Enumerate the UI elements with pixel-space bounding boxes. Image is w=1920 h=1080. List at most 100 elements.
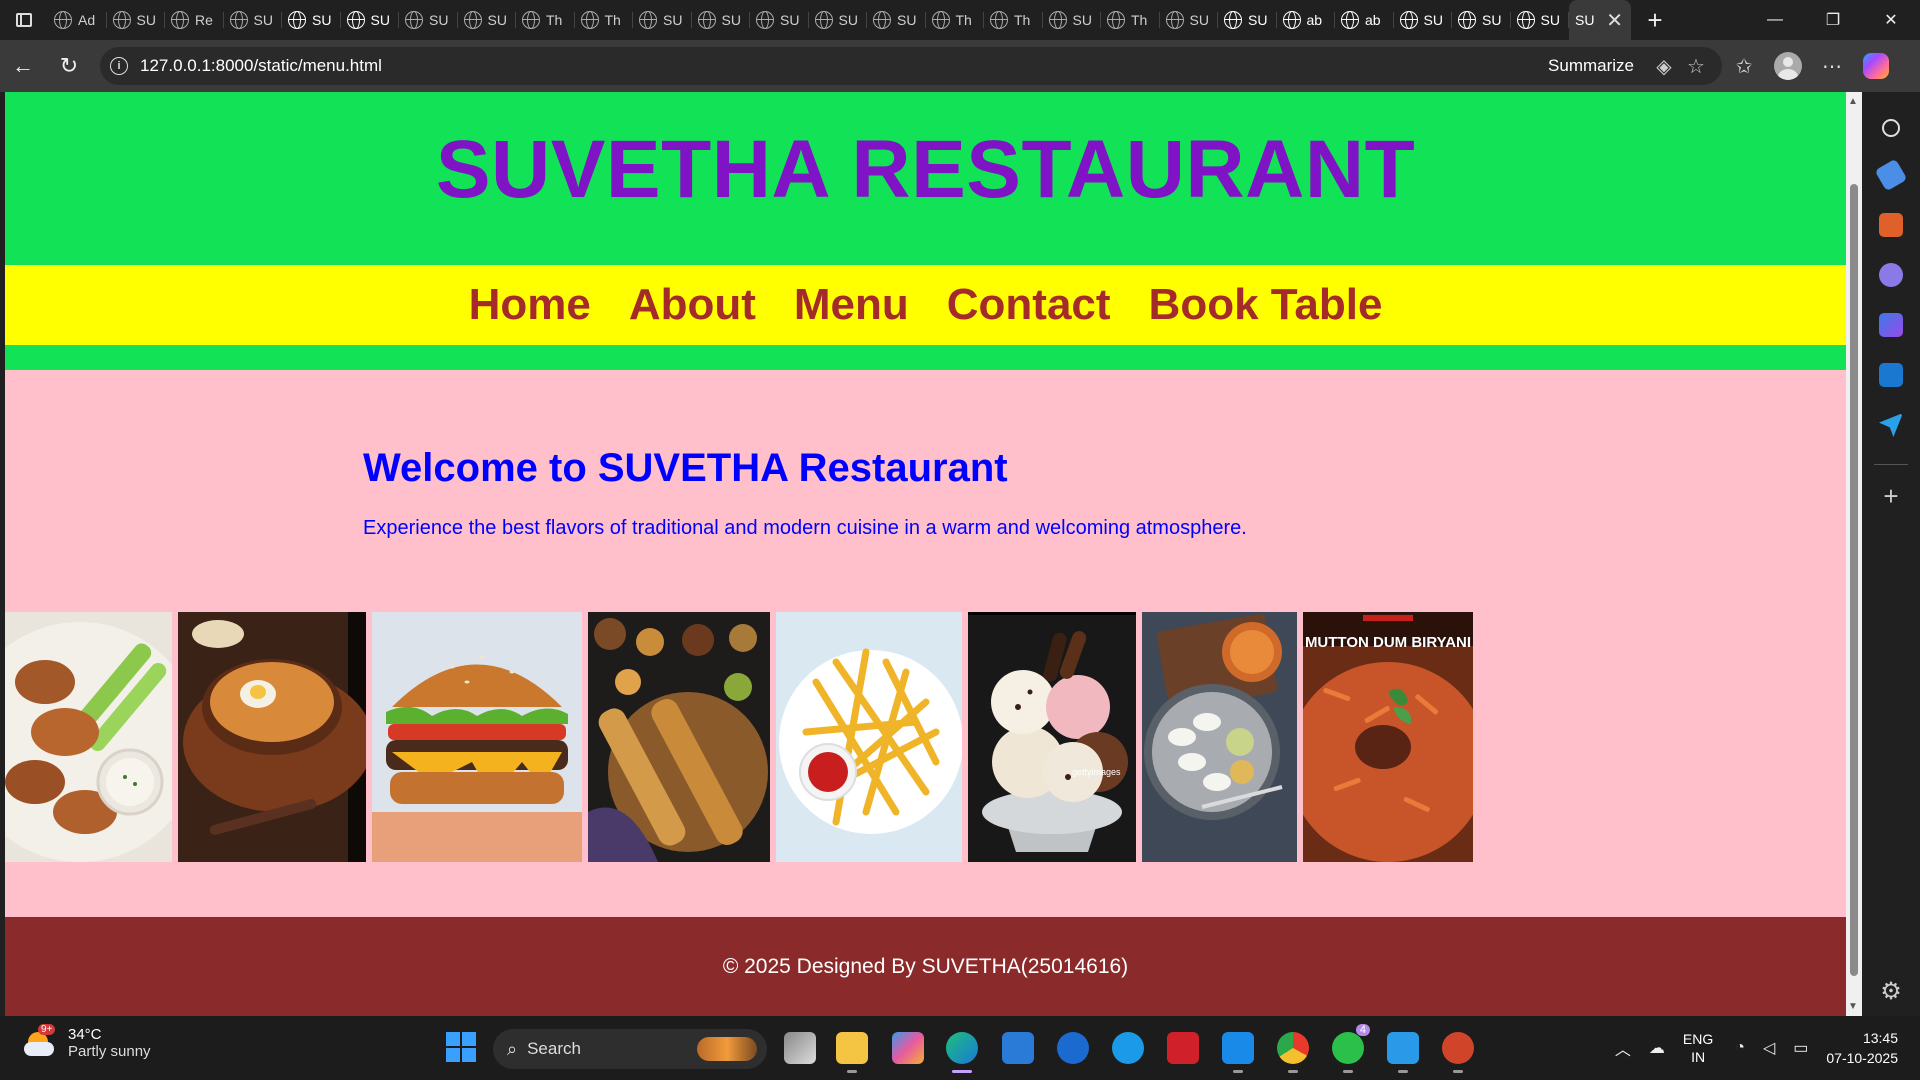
browser-tab[interactable]: SU: [224, 0, 283, 40]
profile-button[interactable]: [1766, 44, 1810, 88]
browser-tab[interactable]: SU: [1394, 0, 1453, 40]
copilot-sidebar-icon[interactable]: [1879, 313, 1903, 337]
browser-tab[interactable]: Th: [926, 0, 985, 40]
task-view-icon[interactable]: [784, 1032, 816, 1064]
food-image-biryani-pot: [178, 612, 366, 862]
help-icon[interactable]: [1112, 1032, 1144, 1064]
browser-tab[interactable]: ab: [1335, 0, 1394, 40]
send-icon[interactable]: [1879, 413, 1903, 437]
tab-label: Th: [1014, 12, 1031, 28]
close-tab-icon[interactable]: ✕: [1606, 8, 1623, 33]
site-info-icon[interactable]: i: [110, 57, 128, 75]
tools-briefcase-icon[interactable]: [1879, 213, 1903, 237]
language-indicator[interactable]: ENG IN: [1683, 1030, 1713, 1066]
clock[interactable]: 13:45 07-10-2025: [1826, 1028, 1898, 1068]
shopping-tag-icon[interactable]: [1874, 158, 1908, 192]
tab-label: ab: [1306, 12, 1323, 28]
copilot-app-icon[interactable]: [892, 1032, 924, 1064]
scroll-thumb[interactable]: [1850, 184, 1858, 976]
games-icon[interactable]: [1879, 263, 1903, 287]
minimize-button[interactable]: —: [1746, 0, 1804, 40]
search-icon[interactable]: [1882, 119, 1900, 137]
browser-tab[interactable]: SU: [458, 0, 517, 40]
favorite-star-icon[interactable]: ☆: [1680, 54, 1712, 79]
tab-label: SU: [1072, 12, 1092, 28]
summarize-button[interactable]: Summarize: [1548, 56, 1634, 76]
start-button[interactable]: [446, 1032, 476, 1062]
browser-tab[interactable]: SU: [1511, 0, 1570, 40]
browser-tab[interactable]: SU: [399, 0, 458, 40]
new-tab-button[interactable]: +: [1635, 0, 1675, 40]
edge-icon[interactable]: [946, 1032, 978, 1073]
browser-tab[interactable]: Th: [1101, 0, 1160, 40]
show-hidden-icons-icon[interactable]: ︿: [1615, 1036, 1631, 1060]
url-text[interactable]: 127.0.0.1:8000/static/menu.html: [140, 56, 382, 76]
active-tab[interactable]: SU ✕: [1569, 0, 1631, 40]
nav-book-table-link[interactable]: Book Table: [1149, 280, 1383, 330]
mcafee-icon[interactable]: [1167, 1032, 1199, 1064]
browser-tab[interactable]: Re: [165, 0, 224, 40]
scroll-down-icon[interactable]: ▼: [1848, 1001, 1858, 1012]
browser-tab[interactable]: Th: [575, 0, 634, 40]
browser-tab[interactable]: Th: [984, 0, 1043, 40]
globe-icon: [873, 11, 891, 29]
tab-label: SU: [370, 12, 390, 28]
chrome-icon[interactable]: [1277, 1032, 1309, 1073]
copilot-button[interactable]: [1854, 44, 1898, 88]
hp-icon[interactable]: [1057, 1032, 1089, 1064]
address-bar[interactable]: i 127.0.0.1:8000/static/menu.html Summar…: [100, 47, 1722, 85]
browser-tab[interactable]: SU: [867, 0, 926, 40]
nav-menu-link[interactable]: Menu: [794, 280, 909, 330]
browser-tab[interactable]: SU: [1218, 0, 1277, 40]
browser-tab[interactable]: SU: [750, 0, 809, 40]
browser-tab[interactable]: ab: [1277, 0, 1336, 40]
read-aloud-icon[interactable]: ◈: [1648, 54, 1680, 79]
nav-contact-link[interactable]: Contact: [947, 280, 1111, 330]
vscode-icon[interactable]: [1222, 1032, 1254, 1073]
file-explorer-icon[interactable]: [836, 1032, 868, 1073]
taskbar-search[interactable]: ⌕ Search: [493, 1029, 767, 1069]
store-icon[interactable]: [1002, 1032, 1034, 1064]
page-scrollbar[interactable]: ▲ ▼: [1846, 92, 1862, 1016]
browser-tab[interactable]: SU: [809, 0, 868, 40]
sidebar-settings-icon[interactable]: ⚙: [1880, 977, 1902, 1006]
favorites-icon[interactable]: ✩: [1722, 44, 1766, 88]
weather-widget[interactable]: 9+ 34°C Partly sunny: [24, 1024, 151, 1060]
outlook-icon[interactable]: [1879, 363, 1903, 387]
tab-label: ab: [1365, 12, 1381, 28]
browser-tab[interactable]: SU: [341, 0, 400, 40]
globe-icon: [463, 11, 482, 29]
browser-tab[interactable]: Ad: [48, 0, 107, 40]
nav-home-link[interactable]: Home: [469, 280, 591, 330]
restore-button[interactable]: ❐: [1804, 0, 1862, 40]
wifi-icon[interactable]: ◔: [1735, 1039, 1745, 1057]
photos-icon[interactable]: [1387, 1032, 1419, 1073]
close-window-button[interactable]: ✕: [1862, 0, 1920, 40]
more-menu-icon[interactable]: ⋯: [1810, 44, 1854, 88]
globe-icon: [814, 11, 833, 29]
browser-tab[interactable]: SU: [1043, 0, 1102, 40]
browser-tab[interactable]: SU: [692, 0, 751, 40]
scroll-up-icon[interactable]: ▲: [1848, 96, 1858, 107]
whatsapp-icon[interactable]: 4: [1332, 1024, 1370, 1073]
browser-tab[interactable]: SU: [1452, 0, 1511, 40]
back-button[interactable]: ←: [0, 44, 46, 88]
browser-tab[interactable]: SU: [633, 0, 692, 40]
onedrive-icon[interactable]: ☁: [1649, 1038, 1665, 1058]
browser-tab[interactable]: SU: [282, 0, 341, 40]
globe-icon: [346, 11, 365, 29]
add-sidebar-app-icon[interactable]: +: [1883, 481, 1898, 512]
tab-actions-icon: [16, 13, 32, 27]
food-image-mutton-biryani: MUTTON DUM BIRYANI: [1303, 612, 1473, 862]
nav-about-link[interactable]: About: [629, 280, 756, 330]
tab-actions-button[interactable]: [0, 0, 48, 40]
volume-icon[interactable]: ◁: [1763, 1038, 1775, 1058]
refresh-button[interactable]: ↻: [46, 44, 92, 88]
battery-icon[interactable]: ▭: [1793, 1038, 1808, 1058]
ice-cream-watermark: gettyimages: [1072, 767, 1121, 777]
browser-tab[interactable]: SU: [107, 0, 166, 40]
weather-badge: 9+: [38, 1024, 56, 1035]
browser-tab[interactable]: Th: [516, 0, 575, 40]
powerpoint-icon[interactable]: [1442, 1032, 1474, 1073]
browser-tab[interactable]: SU: [1160, 0, 1219, 40]
